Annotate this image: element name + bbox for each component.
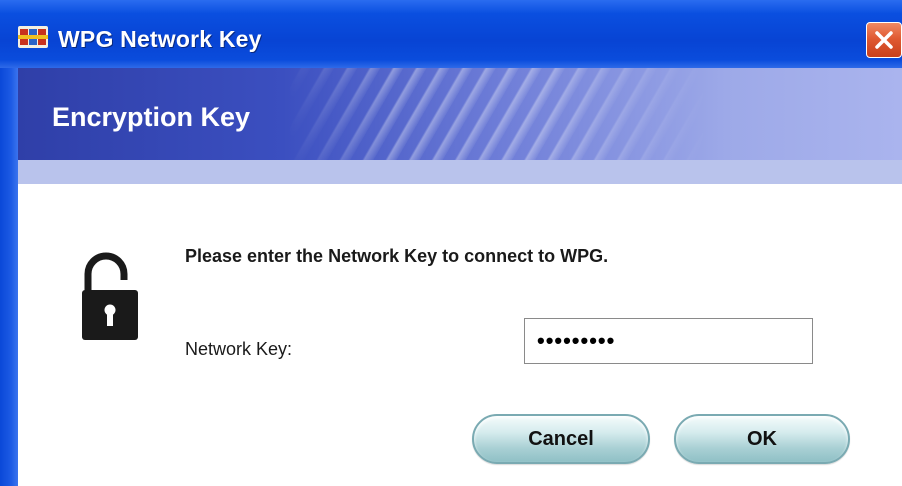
window-frame-left — [0, 68, 18, 486]
banner-divider — [18, 160, 902, 184]
banner-decoration — [288, 68, 708, 160]
instruction-text: Please enter the Network Key to connect … — [185, 246, 609, 266]
ok-button[interactable]: OK — [674, 414, 850, 464]
close-icon — [875, 31, 893, 49]
title-bar[interactable]: WPG Network Key — [0, 0, 902, 68]
network-key-dialog: WPG Network Key Encryption Key Please en… — [0, 0, 902, 486]
banner-title: Encryption Key — [52, 102, 251, 132]
network-key-label: Network Key: — [185, 339, 293, 359]
header-banner: Encryption Key — [18, 68, 902, 160]
unlocked-padlock-icon — [82, 252, 138, 340]
network-key-input[interactable] — [524, 318, 813, 364]
cancel-button[interactable]: Cancel — [472, 414, 650, 464]
close-button[interactable] — [866, 22, 902, 58]
window-title: WPG Network Key — [58, 26, 262, 52]
wpg-app-icon — [18, 26, 48, 48]
